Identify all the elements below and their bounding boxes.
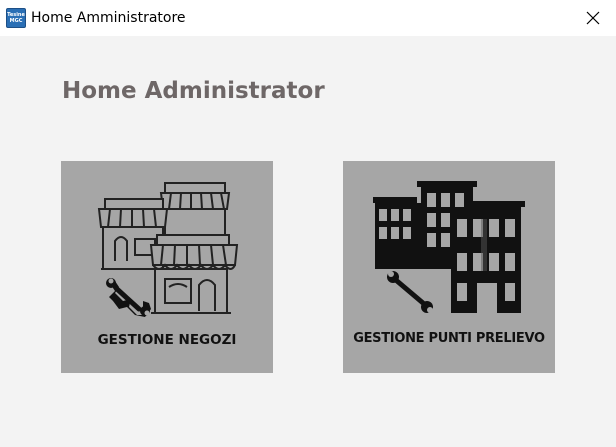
page-title: Home Administrator — [62, 78, 325, 104]
tile-label: GESTIONE PUNTI PRELIEVO — [353, 331, 545, 346]
shops-icon — [97, 182, 239, 317]
gestione-punti-prelievo-button[interactable]: GESTIONE PUNTI PRELIEVO — [343, 161, 555, 373]
buildings-icon — [373, 181, 525, 313]
close-icon — [586, 11, 600, 25]
window-title: Home Amministratore — [31, 10, 186, 26]
close-button[interactable] — [570, 0, 616, 36]
gestione-negozi-button[interactable]: GESTIONE NEGOZI — [61, 161, 273, 373]
app-icon: Tesine MGC — [6, 8, 26, 28]
app-icon-text-bottom: MGC — [9, 18, 23, 24]
tile-label: GESTIONE NEGOZI — [97, 332, 237, 348]
title-bar: Tesine MGC Home Amministratore — [0, 0, 616, 36]
main-window: Tesine MGC Home Amministratore Home Admi… — [0, 0, 616, 447]
